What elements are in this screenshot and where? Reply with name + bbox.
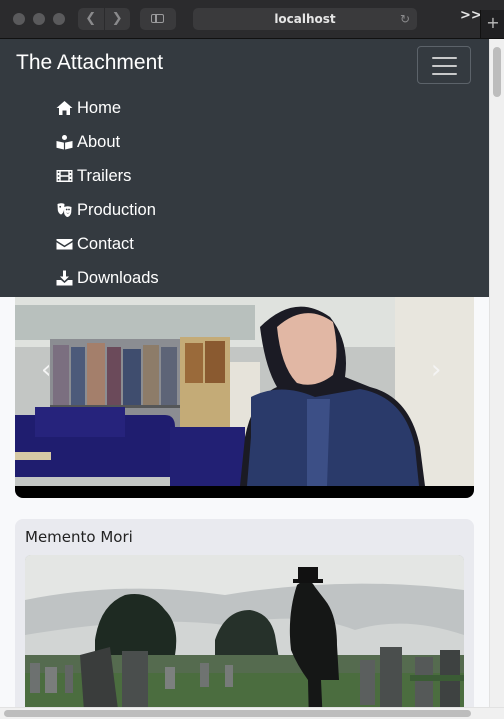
site-brand[interactable]: The Attachment — [16, 51, 163, 75]
home-icon — [56, 101, 73, 115]
carousel-slide-image — [15, 297, 474, 486]
nav-item-trailers[interactable]: Trailers — [56, 159, 159, 193]
trailer-card: Memento Mori — [15, 519, 474, 707]
sidebar-icon — [151, 14, 164, 23]
nav-item-label: Trailers — [77, 166, 132, 185]
carousel-next-button[interactable]: › — [431, 355, 441, 385]
nav-item-label: Home — [77, 98, 122, 117]
reload-icon[interactable]: ↻ — [400, 8, 410, 30]
nav-item-home[interactable]: Home — [56, 91, 159, 125]
theater-masks-icon — [57, 203, 72, 217]
nav-item-downloads[interactable]: Downloads — [56, 261, 159, 295]
page-viewport: The Attachment Home About Trailers Produ… — [0, 39, 489, 707]
more-tabs-button[interactable]: >> — [460, 8, 482, 23]
scrollbar-thumb[interactable] — [493, 47, 501, 97]
nav-item-about[interactable]: About — [56, 125, 159, 159]
horizontal-scrollbar[interactable] — [0, 707, 504, 719]
navbar-toggler-button[interactable] — [417, 46, 471, 84]
nav-item-label: About — [77, 132, 121, 151]
sidebar-toggle-button[interactable] — [140, 8, 176, 30]
history-buttons: ❮ ❯ — [78, 8, 130, 30]
nav-item-label: Contact — [77, 234, 134, 253]
image-carousel: ‹ › — [15, 297, 474, 498]
nav-menu: Home About Trailers Production Contact D… — [56, 91, 159, 295]
envelope-icon — [56, 239, 73, 250]
site-navbar: The Attachment Home About Trailers Produ… — [0, 39, 489, 297]
url-text: localhost — [274, 12, 336, 26]
card-title: Memento Mori — [25, 528, 133, 546]
address-bar[interactable]: localhost ↻ — [193, 8, 417, 30]
nav-item-production[interactable]: Production — [56, 193, 159, 227]
hamburger-line — [432, 73, 457, 75]
nav-item-contact[interactable]: Contact — [56, 227, 159, 261]
hamburger-line — [432, 65, 457, 67]
hamburger-line — [432, 57, 457, 59]
vertical-scrollbar[interactable] — [489, 39, 504, 707]
zoom-window-button[interactable] — [53, 13, 65, 25]
new-tab-button[interactable]: + — [480, 10, 504, 38]
book-icon — [56, 135, 73, 150]
film-icon — [56, 170, 73, 182]
nav-item-label: Production — [77, 200, 156, 219]
nav-item-label: Downloads — [77, 268, 159, 287]
download-icon — [56, 270, 73, 286]
browser-toolbar: ❮ ❯ localhost ↻ >> + — [0, 0, 504, 39]
close-window-button[interactable] — [13, 13, 25, 25]
forward-button[interactable]: ❯ — [103, 8, 131, 30]
card-image[interactable] — [25, 555, 464, 707]
scrollbar-thumb[interactable] — [4, 710, 471, 717]
minimize-window-button[interactable] — [33, 13, 45, 25]
back-button[interactable]: ❮ — [78, 8, 104, 30]
carousel-prev-button[interactable]: ‹ — [41, 355, 51, 385]
